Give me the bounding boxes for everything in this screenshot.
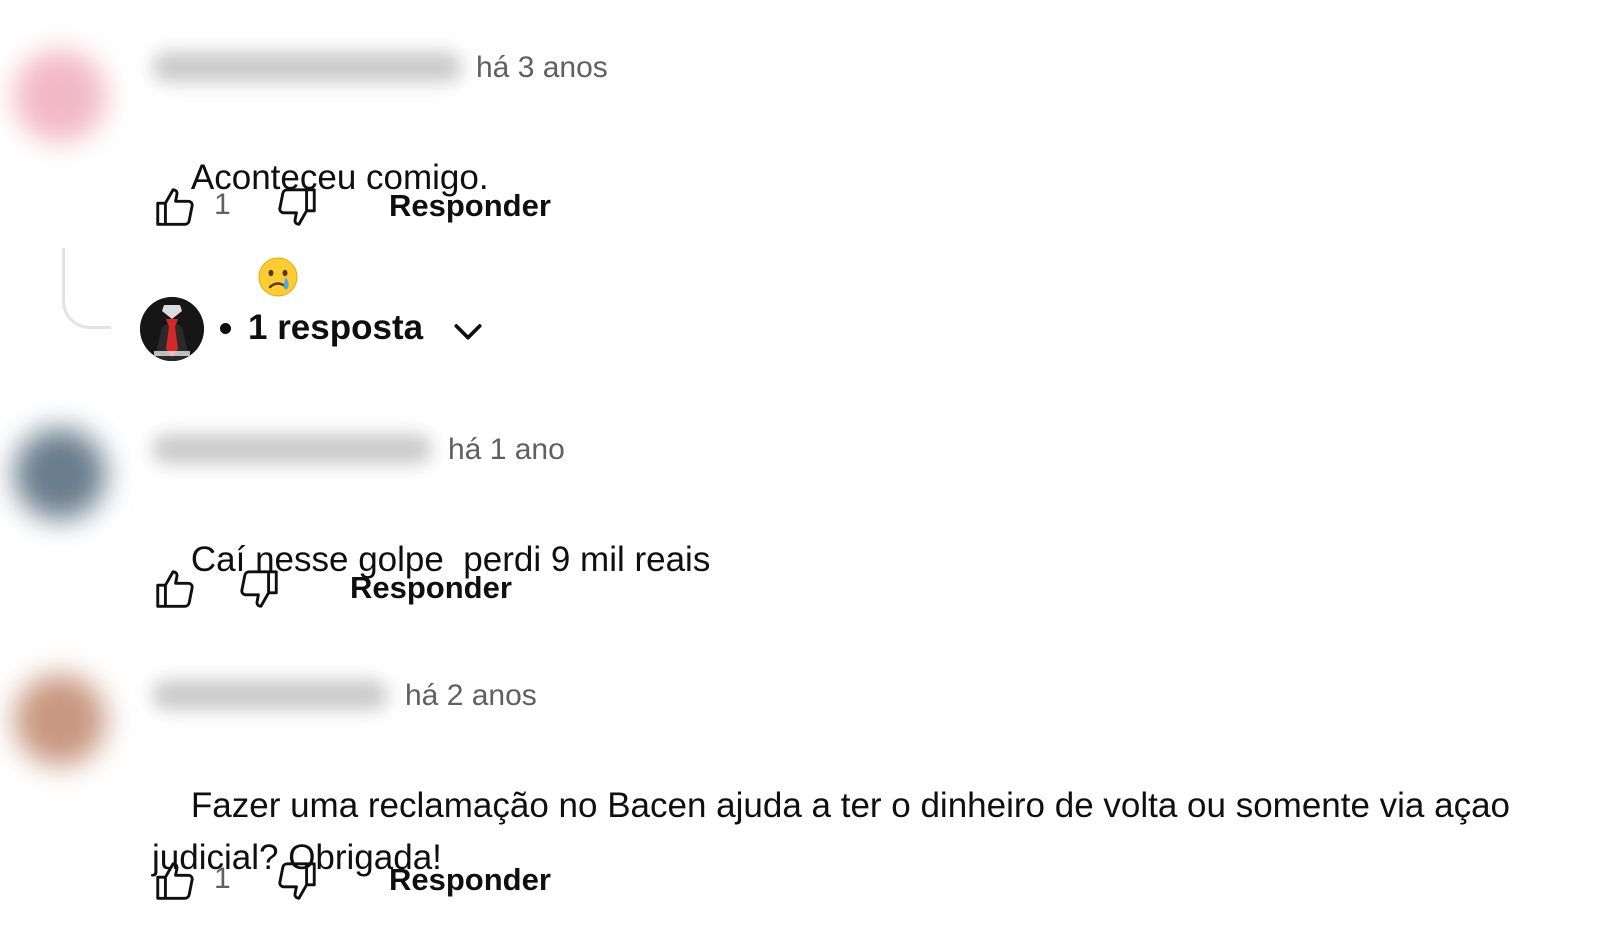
comment-timestamp[interactable]: há 1 ano [448,435,565,465]
replies-count-label[interactable]: 1 resposta [248,310,423,345]
comment-actions: 1 Responder [152,858,572,906]
avatar[interactable] [14,674,106,766]
avatar[interactable] [14,428,106,520]
like-button[interactable] [152,566,198,612]
thumbs-up-icon [156,570,194,608]
dislike-button[interactable] [274,858,320,904]
reply-button[interactable]: Responder [350,572,512,603]
like-count: 1 [214,862,231,895]
author-name-blurred[interactable] [152,434,432,464]
view-replies-toggle[interactable]: 1 resposta [140,297,500,361]
thumbs-up-icon [156,862,194,900]
author-name-blurred[interactable] [152,52,462,82]
chevron-down-icon[interactable] [448,311,488,351]
dislike-button[interactable] [236,566,282,612]
like-button[interactable] [152,184,198,230]
thread-connector-line [62,248,111,329]
comment-text: Aconteceu comigo. [152,100,489,417]
thumbs-down-icon [240,570,278,608]
comment-timestamp[interactable]: há 2 anos [405,681,537,711]
thumbs-down-icon [278,862,316,900]
comment-timestamp[interactable]: há 3 anos [476,53,608,83]
like-count: 1 [214,188,231,221]
thumbs-down-icon [278,188,316,226]
separator-dot [220,323,231,334]
comment-text: Caí nesse golpe perdi 9 mil reais [152,482,710,638]
avatar[interactable] [14,50,106,142]
author-name-blurred[interactable] [152,680,388,710]
dislike-button[interactable] [274,184,320,230]
reply-button[interactable]: Responder [389,864,551,895]
comment-actions: 1 Responder [152,184,572,232]
thumbs-up-icon [156,188,194,226]
reply-author-avatar [140,297,204,361]
like-button[interactable] [152,858,198,904]
comment-actions: Responder [152,566,532,614]
reply-button[interactable]: Responder [389,190,551,221]
